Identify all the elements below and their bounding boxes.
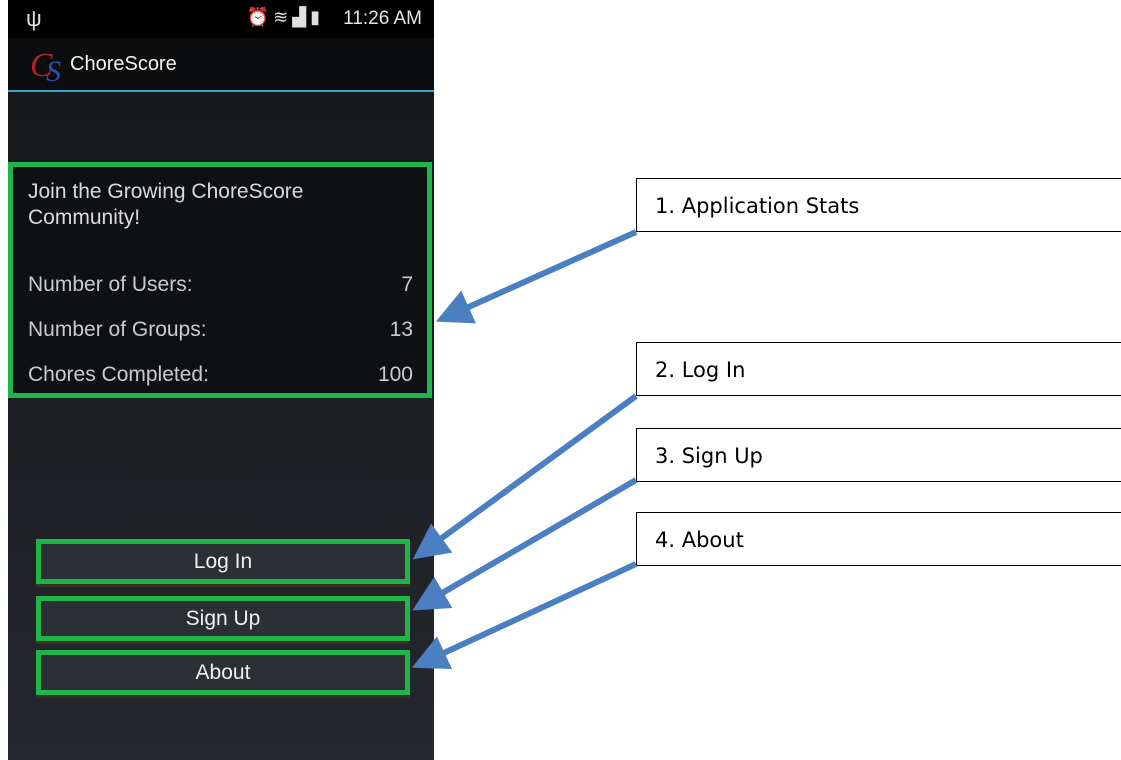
action-bar: C S ChoreScore bbox=[8, 38, 434, 92]
signup-button[interactable]: Sign Up bbox=[36, 596, 410, 641]
stat-label: Chores Completed: bbox=[28, 363, 209, 386]
status-icons: ⏰≋▟▮ bbox=[247, 7, 324, 28]
callout-application-stats: 1. Application Stats bbox=[636, 178, 1121, 232]
stat-row-users: Number of Users: 7 bbox=[28, 273, 413, 297]
app-logo-icon: C S bbox=[30, 47, 61, 84]
callout-log-in: 2. Log In bbox=[636, 342, 1121, 396]
login-button[interactable]: Log In bbox=[36, 539, 410, 584]
status-bar: ψ ⏰≋▟▮ 11:26 AM bbox=[8, 0, 434, 38]
stat-value: 100 bbox=[377, 363, 413, 386]
wifi-icon: ≋ bbox=[273, 7, 293, 27]
phone-screen: ψ ⏰≋▟▮ 11:26 AM C S ChoreScore Join the … bbox=[8, 0, 434, 760]
stat-value: 13 bbox=[389, 318, 413, 341]
stat-label: Number of Groups: bbox=[28, 318, 207, 341]
arrow-about bbox=[411, 561, 638, 669]
alarm-icon: ⏰ bbox=[246, 7, 274, 27]
stat-row-groups: Number of Groups: 13 bbox=[28, 318, 413, 342]
arrow-sign-up bbox=[412, 477, 638, 611]
usb-icon: ψ bbox=[26, 6, 42, 31]
arrow-application-stats bbox=[435, 229, 638, 324]
svg-text:S: S bbox=[46, 55, 61, 84]
callout-sign-up: 3. Sign Up bbox=[636, 428, 1121, 482]
about-button[interactable]: About bbox=[36, 650, 410, 695]
battery-icon: ▮ bbox=[310, 7, 324, 27]
stat-label: Number of Users: bbox=[28, 273, 193, 296]
callout-about: 4. About bbox=[636, 512, 1121, 566]
app-title: ChoreScore bbox=[70, 53, 177, 75]
stat-row-chores: Chores Completed: 100 bbox=[28, 363, 413, 387]
signal-icon: ▟ bbox=[292, 7, 311, 27]
arrow-log-in bbox=[412, 393, 638, 560]
stat-value: 7 bbox=[401, 273, 413, 296]
application-stats-panel: Join the Growing ChoreScore Community! N… bbox=[8, 162, 432, 398]
stats-heading: Join the Growing ChoreScore Community! bbox=[28, 180, 304, 229]
status-time: 11:26 AM bbox=[343, 8, 422, 29]
